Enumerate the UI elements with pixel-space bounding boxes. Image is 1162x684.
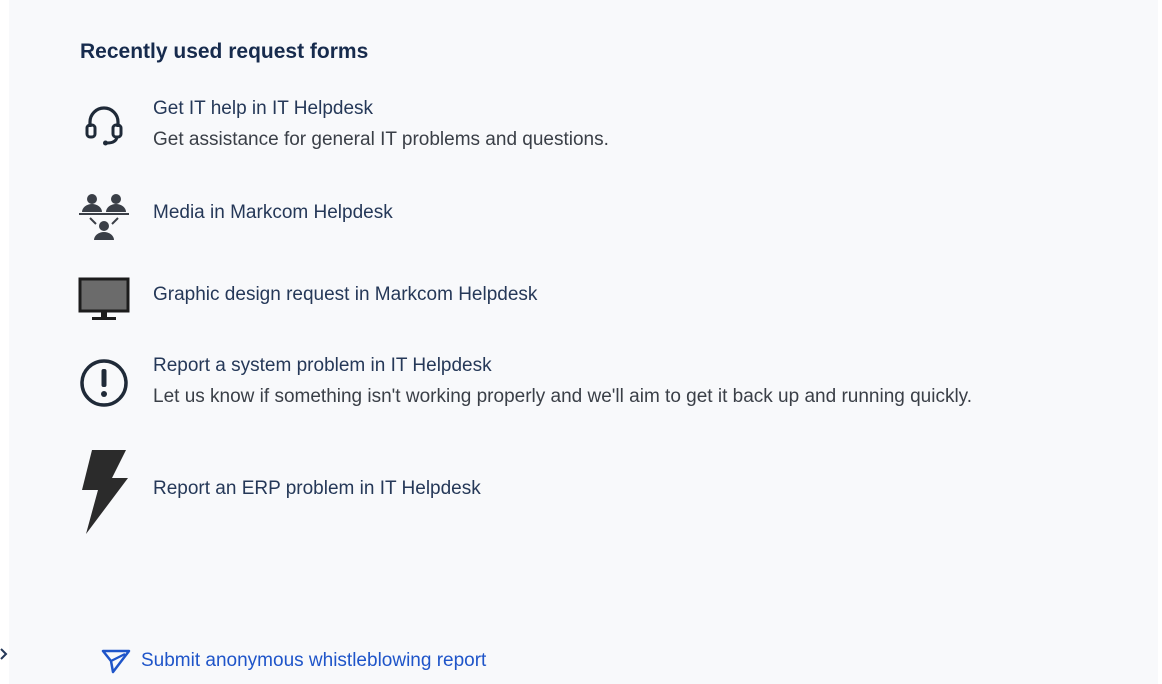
monitor-icon — [72, 277, 136, 323]
whistleblowing-label[interactable]: Submit anonymous whistleblowing report — [141, 650, 486, 672]
form-title[interactable]: Graphic design request in Markcom Helpde… — [153, 284, 537, 306]
lightning-bolt-icon — [72, 448, 136, 536]
form-item-it-help[interactable]: Get IT help in IT Helpdesk Get assistanc… — [72, 95, 1132, 165]
whistleblowing-link[interactable]: Submit anonymous whistleblowing report — [101, 648, 486, 674]
arrow-icon — [0, 648, 8, 660]
form-title[interactable]: Report an ERP problem in IT Helpdesk — [153, 478, 481, 500]
form-title[interactable]: Report a system problem in IT Helpdesk — [153, 355, 492, 377]
form-title[interactable]: Media in Markcom Helpdesk — [153, 202, 393, 224]
headset-icon — [72, 103, 136, 147]
form-description: Get assistance for general IT problems a… — [153, 129, 609, 150]
exclamation-circle-icon — [72, 357, 136, 409]
form-description: Let us know if something isn't working p… — [153, 386, 973, 407]
form-item-graphic-design[interactable]: Graphic design request in Markcom Helpde… — [72, 272, 1132, 326]
section-heading: Recently used request forms — [80, 40, 369, 63]
send-icon — [101, 649, 131, 674]
form-item-media[interactable]: Media in Markcom Helpdesk — [72, 188, 1132, 244]
people-network-icon — [72, 190, 136, 244]
form-item-erp-problem[interactable]: Report an ERP problem in IT Helpdesk — [72, 448, 1132, 538]
form-item-system-problem[interactable]: Report a system problem in IT Helpdesk L… — [72, 352, 1132, 422]
form-title[interactable]: Get IT help in IT Helpdesk — [153, 98, 373, 120]
